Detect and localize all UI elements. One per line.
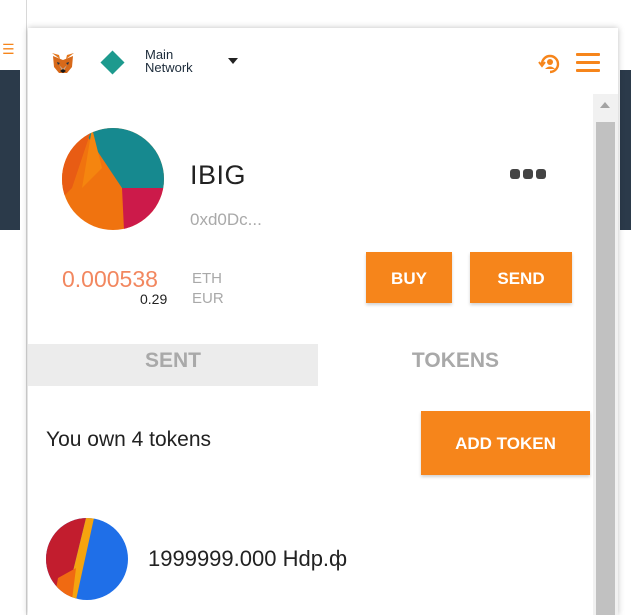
metamask-fox-icon[interactable] [50,50,76,76]
send-button[interactable]: SEND [470,252,572,303]
caret-down-icon[interactable] [228,58,238,64]
background-right-strip [620,0,631,615]
popup-header: Main Network [28,28,618,94]
tab-bar: SENT TOKENS [28,344,593,386]
token-amount: 1999999.000 Hdp.ф [148,546,348,571]
tab-tokens[interactable]: TOKENS [318,344,593,386]
background-menu-icon: ☰ [2,42,15,58]
scrollbar[interactable] [593,94,618,615]
network-name[interactable]: Main Network [145,48,193,74]
token-identicon-icon [46,518,128,600]
fiat-balance: 0.29 [140,291,168,307]
scroll-up-icon[interactable] [600,102,610,108]
tab-sent[interactable]: SENT [28,344,318,386]
background-dark-bar [620,70,631,230]
account-switch-icon[interactable] [538,52,562,76]
buy-button[interactable]: BUY [366,252,452,303]
background-dark-bar [0,70,20,230]
fiat-unit: EUR [192,290,224,307]
tokens-count-label: You own 4 tokens [46,428,212,451]
account-detail-panel: IBIG 0xd0Dc... 0.000538 ETH 0.29 EUR BUY… [28,94,593,615]
eth-balance: 0.000538 [62,266,158,292]
account-avatar[interactable] [62,128,164,230]
list-item[interactable]: 1999999.000 Hdp.ф [28,514,593,606]
account-address[interactable]: 0xd0Dc... [190,210,262,230]
hamburger-menu-icon[interactable] [576,53,600,73]
background-left-strip: ☰ [0,0,27,615]
scroll-thumb[interactable] [596,122,615,615]
more-dots-icon[interactable] [510,169,550,183]
network-diamond-icon[interactable] [100,50,125,75]
wallet-popup: Main Network IBIG 0xd0Dc... 0.000538 ETH… [28,28,618,615]
add-token-button[interactable]: ADD TOKEN [421,411,590,475]
eth-unit: ETH [192,270,222,287]
account-name[interactable]: IBIG [190,160,246,191]
